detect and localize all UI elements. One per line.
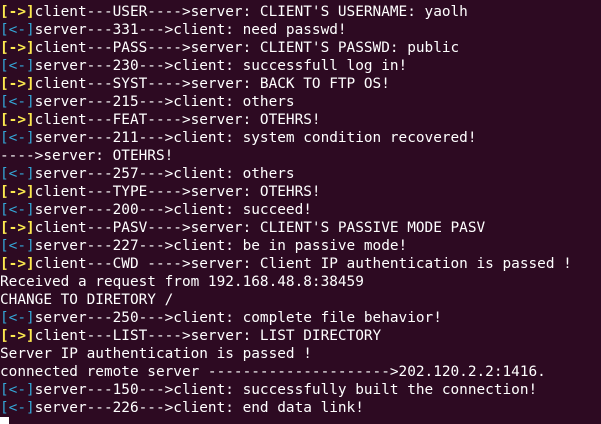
terminal-line: [->]client---USER---->server: CLIENT'S U… [0, 3, 572, 21]
terminal-line: Received a request from 192.168.48.8:384… [0, 273, 572, 291]
terminal-line: [<-]server---211--->client: system condi… [0, 129, 572, 147]
server-to-client-marker: [<-] [0, 382, 35, 398]
terminal-line-text: server---250--->client: complete file be… [34, 310, 442, 326]
terminal-line-text: CHANGE TO DIRETORY / [0, 292, 174, 308]
terminal-line: [->]client---FEAT---->server: OTEHRS! [0, 111, 572, 129]
client-to-server-marker: [->] [0, 256, 35, 272]
terminal-line-text: client---TYPE---->server: OTEHRS! [34, 184, 321, 200]
terminal-line: [<-]server---331--->client: need passwd! [0, 21, 572, 39]
terminal-window[interactable]: [->]client---USER---->server: CLIENT'S U… [0, 0, 601, 424]
terminal-line-text: server---331--->client: need passwd! [34, 22, 347, 38]
client-to-server-marker: [->] [0, 184, 35, 200]
client-to-server-marker: [->] [0, 4, 35, 20]
terminal-line: Server IP authentication is passed ! [0, 345, 572, 363]
terminal-line-text: server---150--->client: successfully bui… [34, 382, 538, 398]
server-to-client-marker: [<-] [0, 58, 35, 74]
server-to-client-marker: [<-] [0, 22, 35, 38]
terminal-line: [<-]server---200--->client: succeed! [0, 201, 572, 219]
terminal-line-text: client---SYST---->server: BACK TO FTP OS… [34, 76, 390, 92]
terminal-line-text: client---PASV---->server: CLIENT'S PASSI… [34, 220, 486, 236]
terminal-line: [<-]server---257--->client: others [0, 165, 572, 183]
terminal-line-text: Server IP authentication is passed ! [0, 346, 312, 362]
terminal-line: [->]client---LIST---->server: LIST DIREC… [0, 327, 572, 345]
server-to-client-marker: [<-] [0, 130, 35, 146]
terminal-line-text: Received a request from 192.168.48.8:384… [0, 274, 364, 290]
terminal-line: [->]client---SYST---->server: BACK TO FT… [0, 75, 572, 93]
terminal-line: [->]client---PASS---->server: CLIENT'S P… [0, 39, 572, 57]
server-to-client-marker: [<-] [0, 166, 35, 182]
terminal-line: [<-]server---227--->client: be in passiv… [0, 237, 572, 255]
terminal-line-text: client---PASS---->server: CLIENT'S PASSW… [34, 40, 460, 56]
client-to-server-marker: [->] [0, 220, 35, 236]
terminal-line: connected remote server ----------------… [0, 363, 572, 381]
terminal-line-text: server---227--->client: be in passive mo… [34, 238, 408, 254]
terminal-line: [->]client---TYPE---->server: OTEHRS! [0, 183, 572, 201]
server-to-client-marker: [<-] [0, 310, 35, 326]
terminal-line: ---->server: OTEHRS! [0, 147, 572, 165]
prompt-line[interactable] [0, 417, 572, 424]
terminal-line-text: server---226--->client: end data link! [34, 400, 364, 416]
terminal-line: [<-]server---230--->client: successfull … [0, 57, 572, 75]
terminal-line-text: connected remote server ----------------… [0, 364, 546, 380]
client-to-server-marker: [->] [0, 40, 35, 56]
terminal-line: [->]client---CWD ---->server: Client IP … [0, 255, 572, 273]
text-cursor [0, 417, 9, 424]
terminal-line: [<-]server---250--->client: complete fil… [0, 309, 572, 327]
server-to-client-marker: [<-] [0, 94, 35, 110]
client-to-server-marker: [->] [0, 328, 35, 344]
terminal-line: [->]client---PASV---->server: CLIENT'S P… [0, 219, 572, 237]
client-to-server-marker: [->] [0, 76, 35, 92]
terminal-line-text: client---LIST---->server: LIST DIRECTORY [34, 328, 382, 344]
server-to-client-marker: [<-] [0, 202, 35, 218]
terminal-line: [<-]server---215--->client: others [0, 93, 572, 111]
server-to-client-marker: [<-] [0, 400, 35, 416]
terminal-line-text: server---257--->client: others [34, 166, 295, 182]
terminal-line-text: client---FEAT---->server: OTEHRS! [34, 112, 321, 128]
terminal-line-text: server---230--->client: successfull log … [34, 58, 408, 74]
terminal-line: [<-]server---150--->client: successfully… [0, 381, 572, 399]
terminal-line: CHANGE TO DIRETORY / [0, 291, 572, 309]
terminal-line-text: ---->server: OTEHRS! [0, 148, 174, 164]
terminal-line-text: server---200--->client: succeed! [34, 202, 312, 218]
terminal-line-text: client---CWD ---->server: Client IP auth… [34, 256, 572, 272]
terminal-line-text: server---215--->client: others [34, 94, 295, 110]
terminal-line-text: client---USER---->server: CLIENT'S USERN… [34, 4, 468, 20]
terminal-line-text: server---211--->client: system condition… [34, 130, 477, 146]
server-to-client-marker: [<-] [0, 238, 35, 254]
client-to-server-marker: [->] [0, 112, 35, 128]
terminal-output: [->]client---USER---->server: CLIENT'S U… [0, 3, 572, 424]
terminal-line: [<-]server---226--->client: end data lin… [0, 399, 572, 417]
